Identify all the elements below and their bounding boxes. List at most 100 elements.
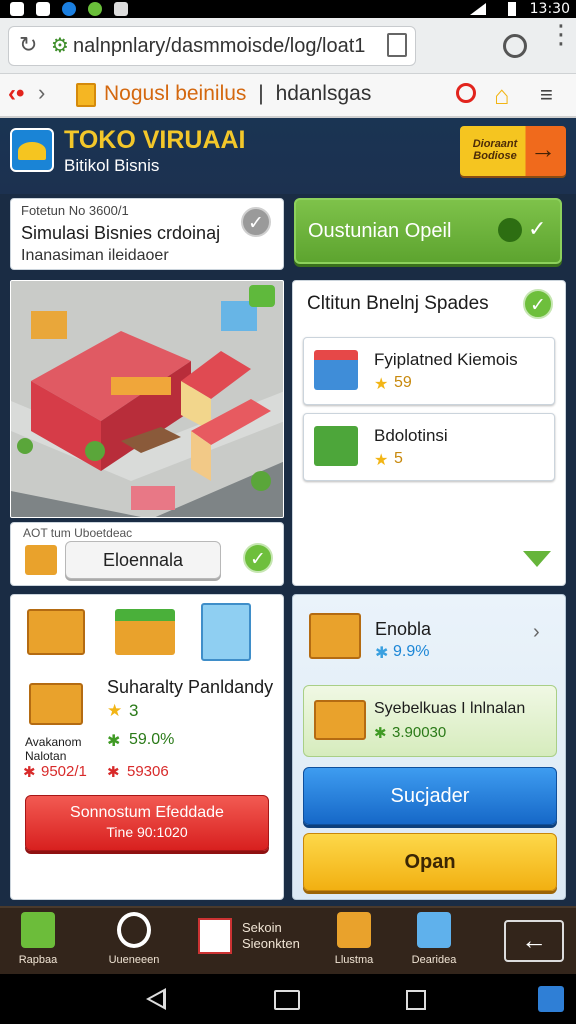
star-icon: ★ [374, 376, 389, 393]
card-caption: Fotetun No 3600/1 [21, 203, 129, 218]
blue-action-button[interactable]: Sucjader [303, 767, 557, 825]
gear-badge-icon [498, 218, 522, 242]
reload-icon[interactable]: ↻ [19, 32, 37, 58]
small-label: Nalotan [25, 749, 67, 763]
search-icon[interactable] [456, 83, 476, 103]
nav-title-sep: | [258, 82, 264, 105]
blue-button-label: Sucjader [390, 785, 470, 807]
crate-icon [314, 700, 366, 740]
bottom-nav-item[interactable]: Sekoin Sieonkten [194, 912, 314, 974]
spades-item[interactable]: Fyiplatned Kiemois ★ 59 [303, 337, 555, 405]
star-icon: ★ [374, 452, 389, 469]
product-row-button[interactable]: Syebelkuas I lnlnalan ✱ 3.90030 [303, 685, 557, 757]
site-nav: ‹• › Nogusl beinilus | hdanlsgas ⌂ ≡ [0, 74, 576, 118]
open-customer-button[interactable]: Oustunian Opeil ✓ [294, 198, 562, 264]
back-button[interactable]: ← [504, 920, 564, 962]
item2-value: 3.90030 [392, 724, 447, 741]
cost-icon: ✱ [107, 764, 120, 781]
card-heading: Simulasi Bisnies crdoinaj [21, 223, 221, 243]
item-name: Enobla [375, 619, 432, 639]
box-icon [25, 545, 57, 575]
notification-icon [10, 2, 24, 16]
red-button-line1: Sonnostum Efeddade [70, 804, 224, 821]
red-button-line2: Tine 90:1020 [106, 824, 188, 840]
app-icon [88, 2, 102, 16]
page-favicon [76, 83, 96, 107]
box-icon [309, 613, 361, 659]
card-note: Inanasiman ileidaoer [21, 247, 169, 264]
menu-dots-icon[interactable]: ⋮ [548, 21, 574, 47]
app-icon [62, 2, 76, 16]
item-pct: 9.9% [393, 643, 430, 660]
site-secure-icon: ⚙ [51, 35, 69, 57]
history-icon[interactable] [503, 34, 527, 58]
spades-title: Cltitun Bnelnj Spades [307, 293, 489, 314]
shop-button[interactable]: Eloennala [65, 541, 221, 579]
nav-title: Nogusl beinilus | hdanlsgas [104, 82, 371, 106]
nav-back-icon-inner [150, 992, 163, 1006]
check-icon: ✓ [523, 289, 553, 319]
store-icon [314, 350, 358, 390]
star-icon: ★ [107, 701, 123, 720]
open-button-label: Opan [404, 851, 456, 873]
calendar-icon[interactable] [538, 986, 564, 1012]
open-button[interactable]: Opan [303, 833, 557, 891]
percent-value: 59.0% [129, 731, 175, 748]
shop-caption: AOT tum Uboetdeac [23, 526, 133, 540]
spades-item-name: Bdolotinsi [374, 426, 448, 445]
forward-arrow-icon[interactable]: › [38, 80, 45, 106]
star-value: 3 [129, 701, 139, 720]
bottom-nav-item[interactable]: Llustma [324, 912, 384, 974]
clock: 13:30 [529, 1, 570, 17]
app-logo [10, 128, 54, 172]
check-icon: ✓ [528, 216, 547, 241]
red-action-button[interactable]: Sonnostum Efeddade Tine 90:1020 [25, 795, 269, 851]
header-cta-label: Dioraant Bodiose [472, 138, 518, 162]
back-arrow-icon[interactable]: ‹• [8, 80, 24, 108]
crate-icon [27, 609, 85, 655]
spades-item-name: Fyiplatned Kiemois [374, 350, 518, 369]
shop-row-card: AOT tum Uboetdeac Eloennala ✓ [10, 522, 284, 586]
arrow-left-icon: ← [521, 925, 547, 955]
nav-title-main: Nogusl beinilus [104, 82, 247, 105]
tools-icon [117, 912, 151, 948]
spades-item[interactable]: Bdolotinsi ★ 5 [303, 413, 555, 481]
order-panel: Enobla ✱ 9.9% › Syebelkuas I lnlnalan ✱ … [292, 594, 566, 900]
document-icon [198, 918, 232, 954]
battery-icon [508, 2, 516, 16]
home-icon[interactable]: ⌂ [494, 80, 510, 111]
app-header: TOKO VIRUAAI Bitikol Bisnis Dioraant Bod… [0, 118, 576, 194]
bottom-nav-label: Sekoin Sieonkten [242, 920, 300, 951]
bottom-nav-label: Llustma [334, 954, 374, 966]
nav-home-icon[interactable] [274, 990, 300, 1010]
chevron-right-icon[interactable]: › [533, 621, 540, 644]
nav-recents-icon[interactable] [406, 990, 426, 1010]
url-text[interactable]: nalnpnlary/dasmmoisde/log/loat1 [73, 35, 365, 58]
cart-icon [314, 426, 358, 466]
item2-name: Syebelkuas I lnlnalan [374, 700, 526, 717]
bucket-icon [417, 912, 451, 948]
settings-icon[interactable]: ≡ [540, 82, 553, 108]
nav-title-rest: hdanlsgas [275, 82, 372, 105]
glass-box-icon [201, 603, 251, 661]
bottom-nav-item[interactable]: Dearidea [404, 912, 464, 974]
small-label: Avakanom [25, 735, 82, 749]
bottom-nav-item[interactable]: Uueneeen [104, 912, 164, 974]
check-icon: ✓ [241, 207, 271, 237]
business-info-card: Fotetun No 3600/1 Simulasi Bisnies crdoi… [10, 198, 284, 270]
app-title: TOKO VIRUAAI [64, 126, 246, 154]
bottom-nav-item[interactable]: Rapbaa [8, 912, 68, 974]
store-illustration [10, 280, 284, 518]
address-bar[interactable]: ↻ ⚙ nalnpnlary/dasmmoisde/log/loat1 [8, 26, 416, 66]
bookmark-icon[interactable] [387, 33, 407, 57]
money-box-icon [115, 609, 175, 655]
gift-box-icon [29, 683, 83, 725]
chevron-down-icon[interactable] [523, 551, 551, 567]
browser-toolbar: ↻ ⚙ nalnpnlary/dasmmoisde/log/loat1 ⋮ [0, 18, 576, 74]
inventory-panel: Suharalty Panldandy ★ 3 Avakanom Nalotan… [10, 594, 284, 900]
cost-value: 59306 [127, 763, 169, 780]
notification-icon [36, 2, 50, 16]
check-icon: ✓ [243, 543, 273, 573]
inventory-title: Suharalty Panldandy [107, 677, 274, 697]
header-cta-button[interactable]: Dioraant Bodiose → [460, 126, 566, 176]
